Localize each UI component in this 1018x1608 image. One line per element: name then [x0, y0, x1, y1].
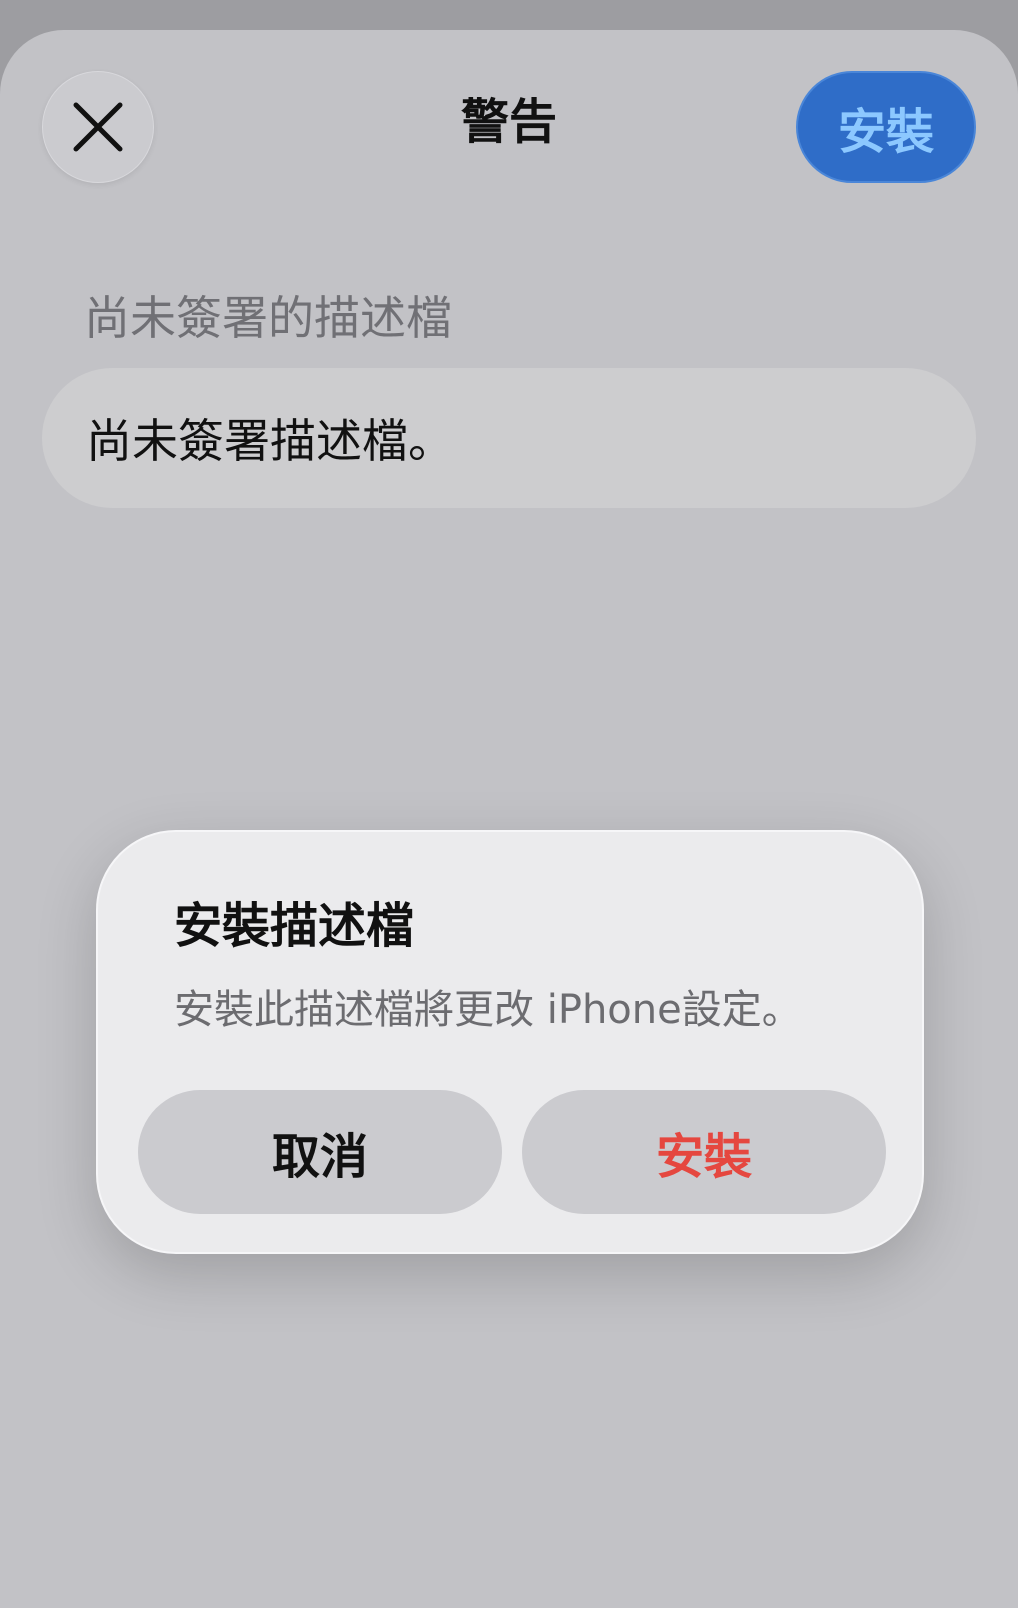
modal-sheet: 警告 安裝 尚未簽署的描述檔 尚未簽署描述檔。 安裝描述檔 安裝此描述檔將更改 … [0, 30, 1018, 1608]
alert-title: 安裝描述檔 [174, 898, 415, 954]
section-header: 尚未簽署的描述檔 [84, 291, 452, 345]
alert-install-button[interactable]: 安裝 [522, 1090, 886, 1214]
install-alert-dialog: 安裝描述檔 安裝此描述檔將更改 iPhone設定。 取消 安裝 [96, 830, 924, 1254]
install-button[interactable]: 安裝 [796, 71, 976, 183]
info-card: 尚未簽署描述檔。 [42, 368, 976, 508]
alert-message: 安裝此描述檔將更改 iPhone設定。 [174, 987, 802, 1033]
info-card-text: 尚未簽署描述檔。 [86, 414, 454, 468]
alert-cancel-button[interactable]: 取消 [138, 1090, 502, 1214]
